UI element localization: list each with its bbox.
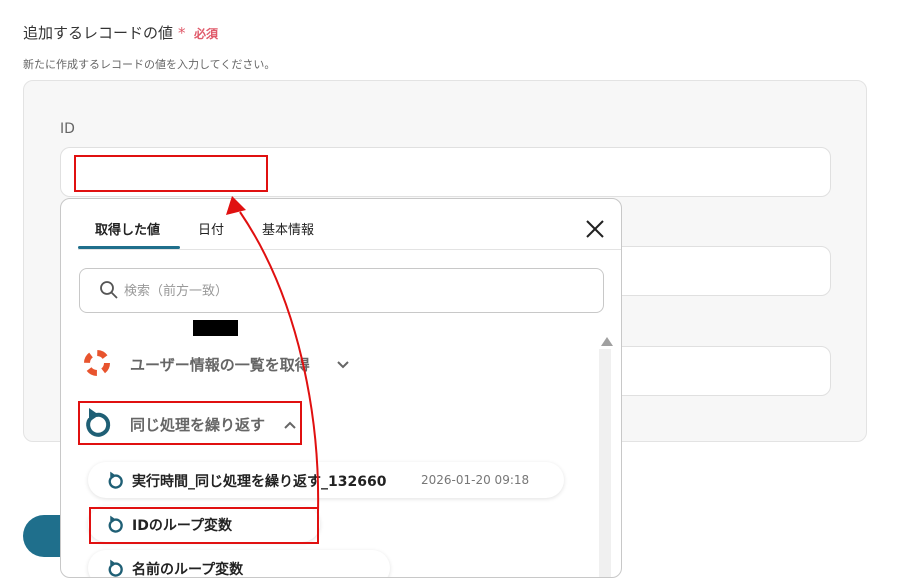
section-description: 新たに作成するレコードの値を入力してください。 [23, 58, 276, 71]
tab-acquired-values[interactable]: 取得した値 [95, 219, 160, 238]
redacted-value [193, 320, 238, 336]
loop-icon [108, 559, 123, 577]
list-item-name-loop-var[interactable]: 名前のループ変数 [88, 550, 390, 578]
tab-date[interactable]: 日付 [198, 219, 224, 238]
section-title: 追加するレコードの値 [23, 24, 174, 42]
tab-basic-info[interactable]: 基本情報 [262, 219, 314, 238]
chevron-down-icon [337, 361, 349, 369]
annotation-loop-group-box [78, 401, 302, 445]
close-icon[interactable] [581, 215, 609, 243]
scrollbar[interactable] [599, 349, 611, 577]
lifebuoy-icon [84, 350, 110, 376]
list-item-label: 実行時間_同じ処理を繰り返す_132660 [132, 474, 387, 490]
search-box [79, 268, 604, 313]
scroll-up-arrow-icon[interactable] [601, 337, 613, 346]
required-star: * [178, 24, 186, 42]
tab-divider [78, 249, 621, 250]
list-item-timestamp: 2026-01-20 09:18 [421, 473, 530, 487]
list-item-exec-time[interactable]: 実行時間_同じ処理を繰り返す_132660 2026-01-20 09:18 [88, 462, 564, 498]
search-input[interactable] [122, 279, 586, 303]
loop-icon [108, 471, 123, 489]
group-user-list-label: ユーザー情報の一覧を取得 [130, 356, 310, 374]
search-icon [100, 281, 118, 299]
list-item-label: 名前のループ変数 [132, 562, 244, 578]
annotation-id-field-box [74, 155, 268, 192]
required-label: 必須 [194, 27, 219, 41]
id-field-label: ID [60, 121, 75, 137]
annotation-id-loop-var-box [89, 507, 319, 544]
